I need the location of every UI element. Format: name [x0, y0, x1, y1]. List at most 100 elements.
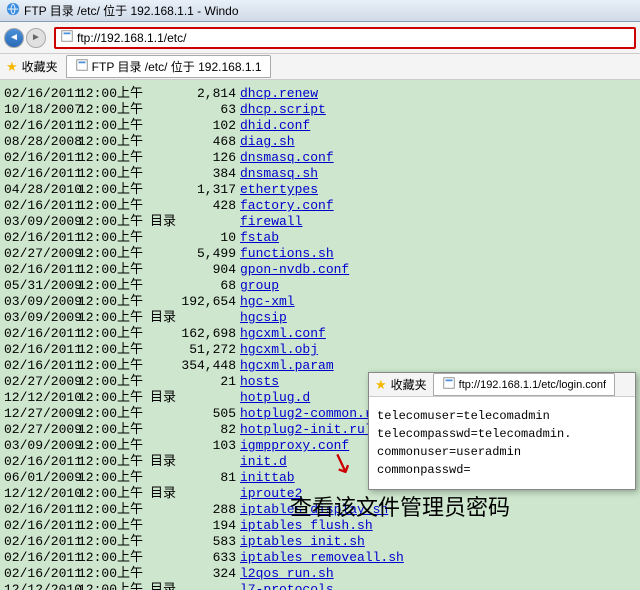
col-dir — [144, 246, 180, 262]
file-link[interactable]: l7-protocols — [240, 582, 334, 590]
col-date: 05/31/2009 — [0, 278, 78, 294]
file-link[interactable]: hgc-xml — [240, 294, 295, 309]
col-date: 03/09/2009 — [0, 294, 78, 310]
col-time: 12:00上午 — [78, 198, 144, 214]
col-date: 02/16/2011 — [0, 230, 78, 246]
col-dir — [144, 150, 180, 166]
col-time: 12:00上午 — [78, 326, 144, 342]
list-row: 04/28/201012:00上午1,317ethertypes — [0, 182, 640, 198]
list-row: 02/16/201112:00上午583iptables_init.sh — [0, 534, 640, 550]
list-row: 02/16/201112:00上午324l2qos_run.sh — [0, 566, 640, 582]
list-row: 02/16/201112:00上午 2,814dhcp.renew — [0, 86, 640, 102]
col-size: 2,814 — [180, 86, 240, 102]
col-name: hgcxml.obj — [240, 342, 318, 358]
col-date: 12/27/2009 — [0, 406, 78, 422]
file-link[interactable]: firewall — [240, 214, 302, 229]
col-time: 12:00上午 — [78, 262, 144, 278]
file-link[interactable]: dhid.conf — [240, 118, 310, 133]
file-link[interactable]: dnsmasq.conf — [240, 150, 334, 165]
tab-icon — [75, 58, 92, 75]
file-link[interactable]: iptables_removeall.sh — [240, 550, 404, 565]
config-line: telecomuser=telecomadmin — [377, 407, 627, 425]
file-link[interactable]: ethertypes — [240, 182, 318, 197]
file-link[interactable]: hgcsip — [240, 310, 287, 325]
file-link[interactable]: diag.sh — [240, 134, 295, 149]
col-dir — [144, 518, 180, 534]
col-dir — [144, 470, 180, 486]
col-size: 904 — [180, 262, 240, 278]
col-dir — [144, 198, 180, 214]
star-icon[interactable]: ★ — [375, 377, 387, 393]
file-link[interactable]: inittab — [240, 470, 295, 485]
file-link[interactable]: init.d — [240, 454, 287, 469]
col-size: 21 — [180, 374, 240, 390]
col-date: 02/16/2011 — [0, 566, 78, 582]
col-name: inittab — [240, 470, 295, 486]
col-time: 12:00上午 — [78, 438, 144, 454]
col-date: 02/16/2011 — [0, 454, 78, 470]
star-icon[interactable]: ★ — [6, 59, 18, 75]
nav-toolbar: ◄ ► ftp://192.168.1.1/etc/ — [0, 22, 640, 54]
forward-button[interactable]: ► — [26, 28, 46, 48]
popup-fav-label[interactable]: 收藏夹 — [391, 376, 427, 393]
col-name: group — [240, 278, 279, 294]
popup-window: ★ 收藏夹 ftp://192.168.1.1/etc/login.conf t… — [368, 372, 636, 490]
col-time: 12:00上午 — [78, 342, 144, 358]
file-link[interactable]: dhcp.renew — [240, 86, 318, 101]
col-dir — [144, 166, 180, 182]
col-dir: 目录 — [144, 582, 180, 590]
tab-label: FTP 目录 /etc/ 位于 192.168.1.1 — [92, 58, 262, 75]
col-size: 505 — [180, 406, 240, 422]
window-title: FTP 目录 /etc/ 位于 192.168.1.1 - Windo — [24, 2, 239, 19]
favorites-label[interactable]: 收藏夹 — [22, 58, 58, 75]
col-time: 12:00上午 — [78, 358, 144, 374]
list-row: 02/16/201112:00上午428factory.conf — [0, 198, 640, 214]
address-bar[interactable]: ftp://192.168.1.1/etc/ — [54, 27, 636, 49]
file-link[interactable]: iptables_init.sh — [240, 534, 365, 549]
popup-tab[interactable]: ftp://192.168.1.1/etc/login.conf — [433, 373, 615, 396]
col-size: 5,499 — [180, 246, 240, 262]
col-time: 12:00上午 — [78, 134, 144, 150]
list-row: 03/09/200912:00上午目录hgcsip — [0, 310, 640, 326]
file-link[interactable]: fstab — [240, 230, 279, 245]
col-date: 02/16/2011 — [0, 86, 78, 102]
file-link[interactable]: functions.sh — [240, 246, 334, 261]
address-text: ftp://192.168.1.1/etc/ — [77, 31, 630, 45]
col-dir — [144, 550, 180, 566]
col-dir — [144, 406, 180, 422]
file-link[interactable]: hgcxml.obj — [240, 342, 318, 357]
col-size: 10 — [180, 230, 240, 246]
file-link[interactable]: group — [240, 278, 279, 293]
file-link[interactable]: hotplug.d — [240, 390, 310, 405]
col-size — [180, 390, 240, 406]
tab-icon — [442, 376, 459, 393]
file-link[interactable]: hotplug2-init.rules — [240, 422, 388, 437]
col-date: 02/16/2011 — [0, 518, 78, 534]
col-date: 02/16/2011 — [0, 534, 78, 550]
file-link[interactable]: hosts — [240, 374, 279, 389]
file-link[interactable]: factory.conf — [240, 198, 334, 213]
window-titlebar: FTP 目录 /etc/ 位于 192.168.1.1 - Windo — [0, 0, 640, 22]
col-dir — [144, 326, 180, 342]
col-name: dhid.conf — [240, 118, 310, 134]
file-link[interactable]: gpon-nvdb.conf — [240, 262, 349, 277]
col-date: 04/28/2010 — [0, 182, 78, 198]
col-name: dnsmasq.conf — [240, 150, 334, 166]
col-date: 02/16/2011 — [0, 358, 78, 374]
col-time: 12:00上午 — [78, 582, 144, 590]
popup-favbar: ★ 收藏夹 ftp://192.168.1.1/etc/login.conf — [369, 373, 635, 397]
col-name: l2qos_run.sh — [240, 566, 334, 582]
file-link[interactable]: dnsmasq.sh — [240, 166, 318, 181]
col-name: ethertypes — [240, 182, 318, 198]
file-link[interactable]: hgcxml.param — [240, 358, 334, 373]
col-time: 12:00上午 — [78, 86, 144, 102]
file-link[interactable]: hgcxml.conf — [240, 326, 326, 341]
tab-current[interactable]: FTP 目录 /etc/ 位于 192.168.1.1 — [66, 55, 271, 78]
file-link[interactable]: dhcp.script — [240, 102, 326, 117]
col-dir — [144, 438, 180, 454]
col-date: 02/27/2009 — [0, 246, 78, 262]
col-size: 103 — [180, 438, 240, 454]
back-button[interactable]: ◄ — [4, 28, 24, 48]
list-row: 02/16/201112:00上午384dnsmasq.sh — [0, 166, 640, 182]
file-link[interactable]: l2qos_run.sh — [240, 566, 334, 581]
